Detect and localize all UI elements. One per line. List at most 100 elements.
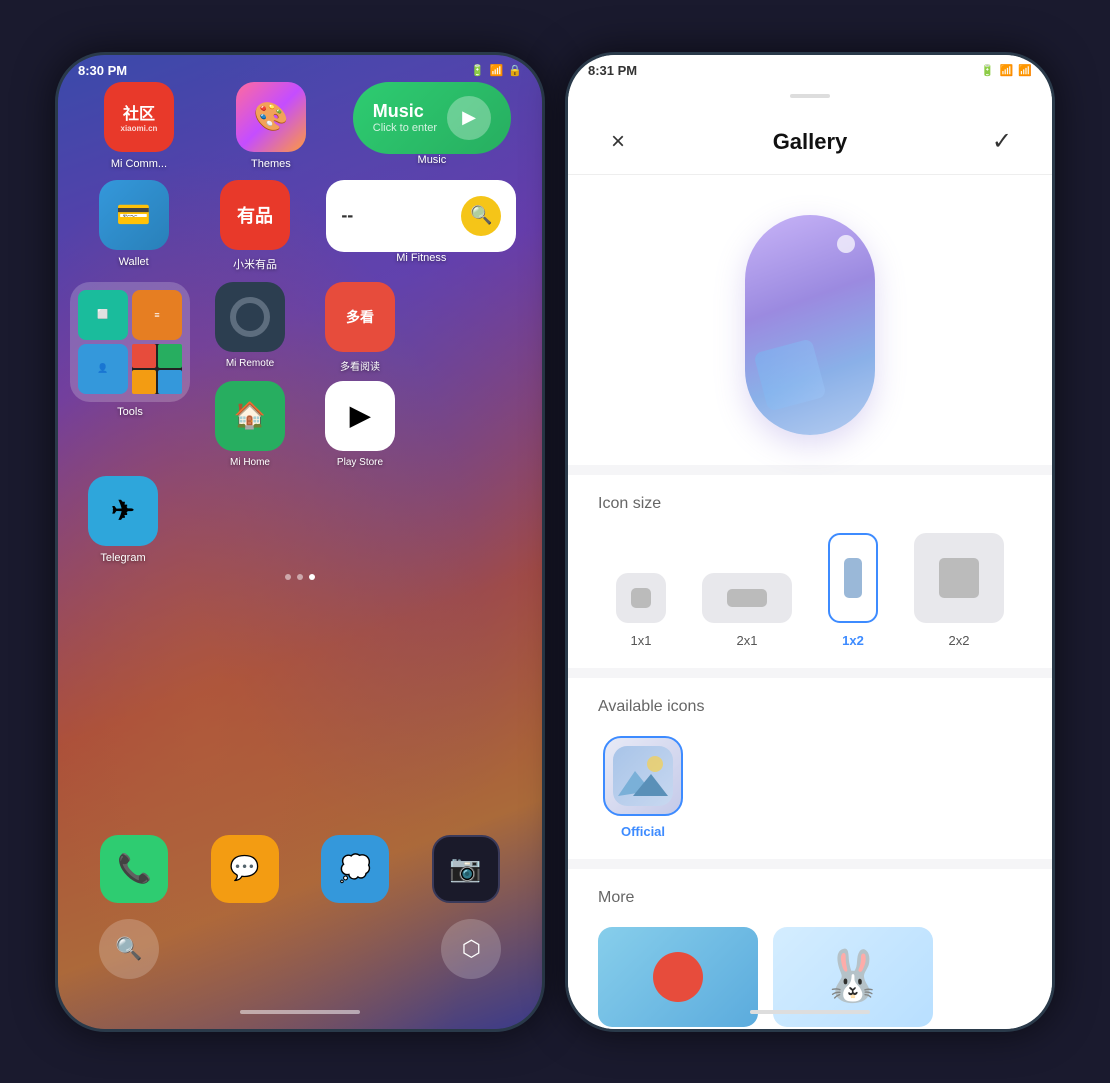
gallery-header: × Gallery ✓ <box>568 110 1052 175</box>
app-mifitness[interactable]: -- 🔍 Mi Fitness <box>326 180 516 272</box>
official-icon-img <box>603 736 683 816</box>
music-label: Music <box>418 154 447 166</box>
size-inner-1x1 <box>631 588 651 608</box>
right-status-icons: 🔋 📶 📶 <box>981 64 1032 77</box>
app-mihome[interactable]: 🏠 Mi Home <box>200 381 300 468</box>
app-micomm[interactable]: 社区 xiaomi.cn Mi Comm... <box>89 82 189 170</box>
icon-sizes-options: 1x1 2x1 1x2 <box>598 533 1022 648</box>
duokan-label: 多看阅读 <box>340 358 380 373</box>
size-box-2x1 <box>702 573 792 623</box>
size-label-2x2: 2x2 <box>949 633 970 648</box>
gallery-preview <box>568 175 1052 465</box>
music-sub: Click to enter <box>373 122 437 134</box>
size-label-1x2: 1x2 <box>842 633 864 648</box>
tools-label: Tools <box>117 406 143 418</box>
right-signal-icon: 📶 <box>1018 64 1032 77</box>
app-miremote[interactable]: Mi Remote <box>200 282 300 373</box>
phone-icon[interactable]: 📞 <box>100 835 168 903</box>
telegram-label: Telegram <box>100 552 145 564</box>
size-inner-2x2 <box>939 558 979 598</box>
size-box-1x2 <box>828 533 878 623</box>
app-telegram[interactable]: ✈ Telegram <box>73 476 173 564</box>
close-button[interactable]: × <box>598 122 638 162</box>
icon-size-title: Icon size <box>598 495 1022 513</box>
xiaomiyoupin-icon: 有品 <box>220 180 290 250</box>
mifitness-dashes: -- <box>341 205 451 226</box>
lock-icon: 🔒 <box>508 64 522 77</box>
xiaomiyoupin-label: 小米有品 <box>233 256 277 272</box>
size-label-2x1: 2x1 <box>737 633 758 648</box>
app-music[interactable]: Music Click to enter ▶ Music <box>353 82 511 166</box>
playstore-label: Play Store <box>337 457 383 468</box>
folder-icon-3: 👤 <box>78 344 128 394</box>
app-row-1: 社区 xiaomi.cn Mi Comm... 🎨 Themes Music C… <box>58 82 542 170</box>
pull-handle-container <box>568 82 1052 110</box>
folder-grid: ⬜ ≡ 👤 <box>70 282 190 402</box>
aiot-button[interactable]: ⬡ <box>441 919 501 979</box>
icon-size-section: Icon size 1x1 2x1 <box>568 475 1052 668</box>
size-option-2x1[interactable]: 2x1 <box>702 573 792 648</box>
dock-apps: 📞 💬 💭 📷 <box>58 835 542 909</box>
playstore-icon: ▶ <box>325 381 395 451</box>
telegram-icon: ✈ <box>88 476 158 546</box>
themes-label: Themes <box>251 158 291 170</box>
tools-folder[interactable]: ⬜ ≡ 👤 Tools <box>70 282 190 418</box>
right-battery-icon: 🔋 <box>981 64 995 77</box>
bubble-icon[interactable]: 💭 <box>321 835 389 903</box>
dot-3 <box>309 574 315 580</box>
app-xiaomiyoupin[interactable]: 有品 小米有品 <box>205 180 305 272</box>
left-phone: 8:30 PM 🔋 📶 🔒 社区 xiaomi.cn Mi Comm... 🎨 <box>55 52 545 1032</box>
more-title: More <box>598 889 1022 907</box>
folder-right-col: Mi Remote 多看 多看阅读 🏠 Mi H <box>200 282 530 468</box>
left-status-bar: 8:30 PM 🔋 📶 🔒 <box>58 55 542 82</box>
red-dot <box>653 952 703 1002</box>
available-icons-list: Official <box>598 736 1022 839</box>
app-row-2: 💳 Wallet 有品 小米有品 -- 🔍 Mi Fitness <box>58 180 542 272</box>
gallery-icon-shape <box>745 215 875 435</box>
music-widget-text: Music Click to enter <box>373 101 437 134</box>
icon-option-official[interactable]: Official <box>598 736 688 839</box>
right-phone: 8:31 PM 🔋 📶 📶 × Gallery ✓ Icon size <box>565 52 1055 1032</box>
app-duokan[interactable]: 多看 多看阅读 <box>310 282 410 373</box>
micomm-label: Mi Comm... <box>111 158 167 170</box>
size-option-2x2[interactable]: 2x2 <box>914 533 1004 648</box>
folder-icon-2: ≡ <box>132 290 182 340</box>
check-button[interactable]: ✓ <box>982 122 1022 162</box>
right-home-indicator <box>750 1010 870 1014</box>
music-title: Music <box>373 101 437 122</box>
left-screen: 8:30 PM 🔋 📶 🔒 社区 xiaomi.cn Mi Comm... 🎨 <box>58 55 542 1029</box>
anime-icon: 🐰 <box>822 947 884 1006</box>
folder-right-row2: 🏠 Mi Home ▶ Play Store <box>200 381 530 468</box>
official-icon-label: Official <box>621 824 665 839</box>
dot-2 <box>297 574 303 580</box>
size-option-1x2[interactable]: 1x2 <box>828 533 878 648</box>
size-box-2x2 <box>914 533 1004 623</box>
camera-icon[interactable]: 📷 <box>432 835 500 903</box>
folder-icon-1: ⬜ <box>78 290 128 340</box>
duokan-icon: 多看 <box>325 282 395 352</box>
available-icons-title: Available icons <box>598 698 1022 716</box>
mifitness-label: Mi Fitness <box>396 252 446 264</box>
mihome-icon: 🏠 <box>215 381 285 451</box>
folder-right-row1: Mi Remote 多看 多看阅读 <box>200 282 530 373</box>
music-widget[interactable]: Music Click to enter ▶ <box>353 82 511 154</box>
themes-icon: 🎨 <box>236 82 306 152</box>
right-time: 8:31 PM <box>588 63 637 78</box>
app-row-telegram: ✈ Telegram <box>58 476 542 564</box>
miremote-label: Mi Remote <box>226 358 274 369</box>
mifitness-widget[interactable]: -- 🔍 <box>326 180 516 252</box>
app-wallet[interactable]: 💳 Wallet <box>84 180 184 272</box>
folder-section: ⬜ ≡ 👤 Tools <box>58 282 542 468</box>
size-option-1x1[interactable]: 1x1 <box>616 573 666 648</box>
app-themes[interactable]: 🎨 Themes <box>221 82 321 170</box>
messages-icon[interactable]: 💬 <box>211 835 279 903</box>
wallet-icon: 💳 <box>99 180 169 250</box>
search-button[interactable]: 🔍 <box>99 919 159 979</box>
dot-1 <box>285 574 291 580</box>
size-box-1x1 <box>616 573 666 623</box>
size-inner-1x2 <box>844 558 862 598</box>
app-playstore[interactable]: ▶ Play Store <box>310 381 410 468</box>
music-play-btn[interactable]: ▶ <box>447 96 491 140</box>
more-item-red[interactable] <box>598 927 758 1027</box>
wifi-icon: 📶 <box>490 64 504 77</box>
